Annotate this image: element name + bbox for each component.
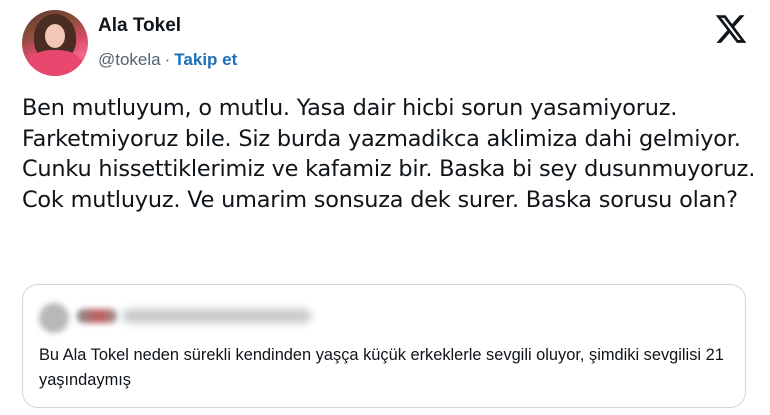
tweet-text: Ben mutluyum, o mutlu. Yasa dair hicbi s… xyxy=(22,95,756,213)
author-handle[interactable]: @tokela xyxy=(98,50,161,69)
avatar-clothing xyxy=(28,50,82,76)
x-logo-icon[interactable] xyxy=(714,12,748,46)
quoted-name-blurred xyxy=(77,309,117,323)
separator-dot: · xyxy=(164,50,171,69)
avatar-face xyxy=(45,24,65,48)
author-name[interactable]: Ala Tokel xyxy=(98,15,181,37)
quoted-tweet-card[interactable]: Bu Ala Tokel neden sürekli kendinden yaş… xyxy=(22,284,746,408)
author-avatar[interactable] xyxy=(22,10,88,76)
quoted-avatar-blurred xyxy=(39,303,69,333)
author-meta: @tokela · Takip et xyxy=(98,50,237,70)
follow-button[interactable]: Takip et xyxy=(174,50,237,69)
quoted-handle-blurred xyxy=(123,309,311,323)
quoted-tweet-text: Bu Ala Tokel neden sürekli kendinden yaş… xyxy=(39,346,724,389)
